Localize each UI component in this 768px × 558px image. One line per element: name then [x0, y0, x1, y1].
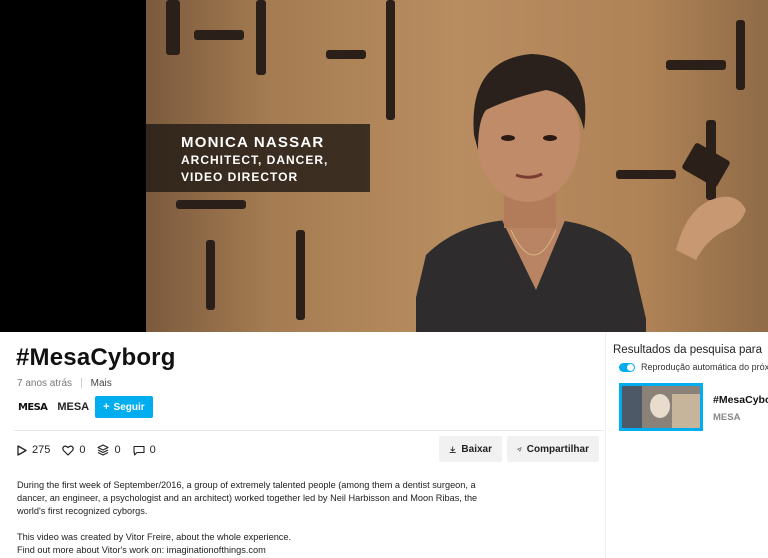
- collections-stat[interactable]: 0: [97, 444, 121, 456]
- search-results-sidebar: Resultados da pesquisa para Reprodução a…: [605, 332, 768, 558]
- stats-row: 275 0 0 0: [17, 444, 168, 456]
- result-channel[interactable]: MESA: [713, 412, 740, 423]
- layers-icon: [97, 444, 110, 456]
- autoplay-toggle[interactable]: [619, 362, 635, 372]
- video-description: During the first week of September/2016,…: [17, 479, 487, 557]
- collections-count: 0: [114, 444, 121, 456]
- share-button[interactable]: Compartilhar: [507, 436, 599, 462]
- speaker-role-line: VIDEO DIRECTOR: [181, 170, 299, 184]
- download-button[interactable]: Baixar: [439, 436, 502, 462]
- wall-shape: [666, 60, 726, 70]
- sidebar-title: Resultados da pesquisa para: [613, 344, 762, 356]
- download-label: Baixar: [461, 443, 492, 455]
- posted-time: 7 anos atrás: [17, 378, 73, 389]
- speaker-name: MONICA NASSAR: [181, 134, 325, 151]
- video-title: #MesaCyborg: [16, 344, 176, 371]
- download-icon: [449, 445, 456, 453]
- comment-icon: [133, 445, 145, 456]
- video-player[interactable]: MONICA NASSAR ARCHITECT, DANCER, VIDEO D…: [0, 0, 768, 332]
- video-meta: 7 anos atrás Mais: [17, 378, 112, 389]
- channel-name[interactable]: MESA: [57, 401, 89, 413]
- thumbnail-image: [622, 386, 700, 428]
- plays-stat: 275: [17, 444, 50, 456]
- wall-shape: [326, 50, 366, 59]
- plays-count: 275: [32, 444, 51, 456]
- channel-row: MESA MESA + Seguir: [18, 396, 153, 418]
- likes-stat[interactable]: 0: [62, 444, 85, 456]
- play-icon: [17, 444, 27, 456]
- wall-shape: [176, 200, 246, 209]
- description-line: Find out more about Vitor's work on: ima…: [17, 545, 266, 555]
- wall-shape: [194, 30, 244, 40]
- follow-button[interactable]: + Seguir: [95, 396, 153, 418]
- likes-count: 0: [79, 444, 86, 456]
- wall-shape: [166, 0, 180, 55]
- speaker-role-line: ARCHITECT, DANCER,: [181, 153, 329, 167]
- share-label: Compartilhar: [526, 443, 589, 455]
- heart-icon: [62, 445, 75, 456]
- result-thumbnail[interactable]: [619, 383, 703, 431]
- hand-shape: [676, 196, 746, 260]
- autoplay-row[interactable]: Reprodução automática do próximo: [619, 362, 768, 372]
- more-link[interactable]: Mais: [91, 378, 112, 389]
- comments-stat[interactable]: 0: [133, 444, 156, 456]
- wall-shape: [736, 20, 745, 90]
- result-title[interactable]: #MesaCyborg: [713, 394, 768, 406]
- description-paragraph: During the first week of September/2016,…: [17, 480, 478, 516]
- section-divider: [14, 430, 604, 431]
- wall-shape: [206, 240, 215, 310]
- lower-third-caption: MONICA NASSAR ARCHITECT, DANCER, VIDEO D…: [146, 124, 370, 192]
- person-figure: [416, 54, 646, 332]
- plus-icon: +: [103, 401, 110, 413]
- wall-shape: [296, 230, 305, 320]
- autoplay-label: Reprodução automática do próximo: [641, 362, 768, 372]
- send-icon: [517, 446, 522, 452]
- channel-logo[interactable]: MESA: [18, 402, 48, 413]
- wall-shape: [256, 0, 266, 75]
- description-line: This video was created by Vitor Freire, …: [17, 532, 292, 542]
- wall-shape: [386, 0, 395, 120]
- meta-divider: [80, 378, 82, 389]
- follow-label: Seguir: [113, 401, 145, 413]
- comments-count: 0: [149, 444, 156, 456]
